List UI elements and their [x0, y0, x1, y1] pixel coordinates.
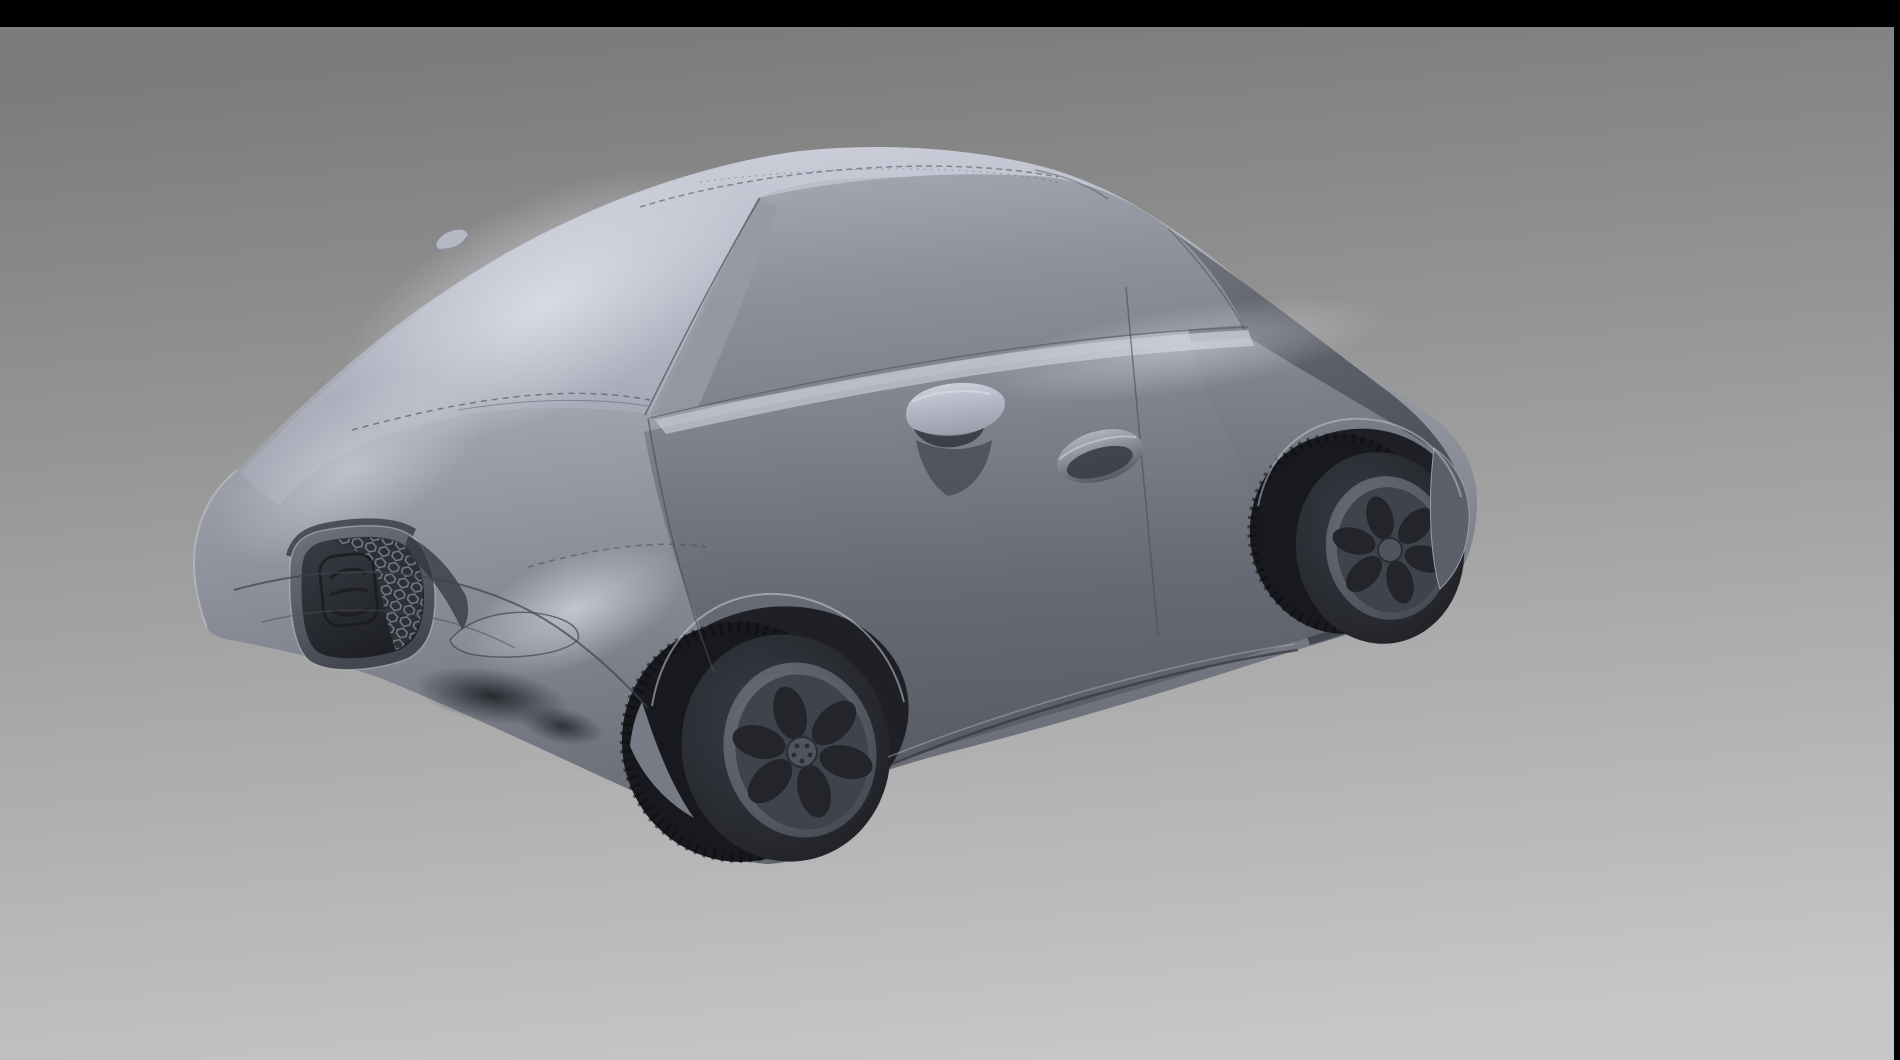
hub-bolt — [792, 753, 797, 758]
hub-bolt — [795, 744, 800, 749]
rear-hub — [1378, 538, 1402, 562]
hub-bolt — [805, 744, 810, 749]
hub-bolt — [800, 759, 805, 764]
top-letterbox-bar — [0, 0, 1900, 27]
hub-bolt — [808, 753, 813, 758]
viewport-3d[interactable] — [0, 0, 1900, 1060]
application-window — [0, 0, 1900, 1060]
right-letterbox-bar — [1894, 0, 1900, 1060]
